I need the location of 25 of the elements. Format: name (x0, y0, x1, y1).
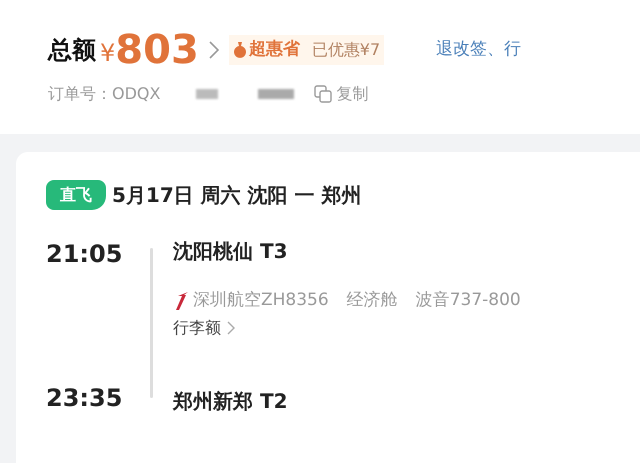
flight-detail: 经济舱 (346, 289, 398, 312)
redaction-mark (196, 89, 218, 99)
redaction-mark (258, 89, 294, 99)
copy-icon[interactable] (314, 85, 332, 103)
departure-time: 21:05 (46, 239, 124, 270)
discount-text: 已优惠¥7 (312, 39, 380, 61)
money-bag-icon (232, 41, 247, 59)
direct-flight-tag: 直飞 (46, 180, 106, 210)
copy-link[interactable]: 复制 (336, 82, 368, 106)
flight-detail: 波音737-800 (416, 289, 521, 312)
total-label: 总额 (48, 35, 96, 66)
refund-change-link[interactable]: 退改签、行 (436, 37, 522, 63)
arrival-airport: 郑州新郑 T2 (173, 388, 289, 415)
order-number-label: 订单号： (48, 83, 112, 105)
total-amount: 803 (115, 30, 199, 70)
chevron-right-icon[interactable] (208, 41, 219, 59)
currency-symbol: ¥ (100, 38, 116, 69)
deal-label: 超惠省 (248, 38, 300, 62)
arrival-time: 23:35 (46, 383, 124, 414)
chevron-right-icon[interactable] (227, 320, 235, 334)
flight-detail: 深圳航空ZH8356 (193, 289, 329, 312)
baggage-link[interactable]: 行李额 (173, 316, 221, 340)
date-route: 5月17日 周六 沈阳 一 郑州 (112, 182, 362, 209)
order-number: ODQX (112, 83, 160, 105)
departure-airport: 沈阳桃仙 T3 (173, 238, 289, 265)
